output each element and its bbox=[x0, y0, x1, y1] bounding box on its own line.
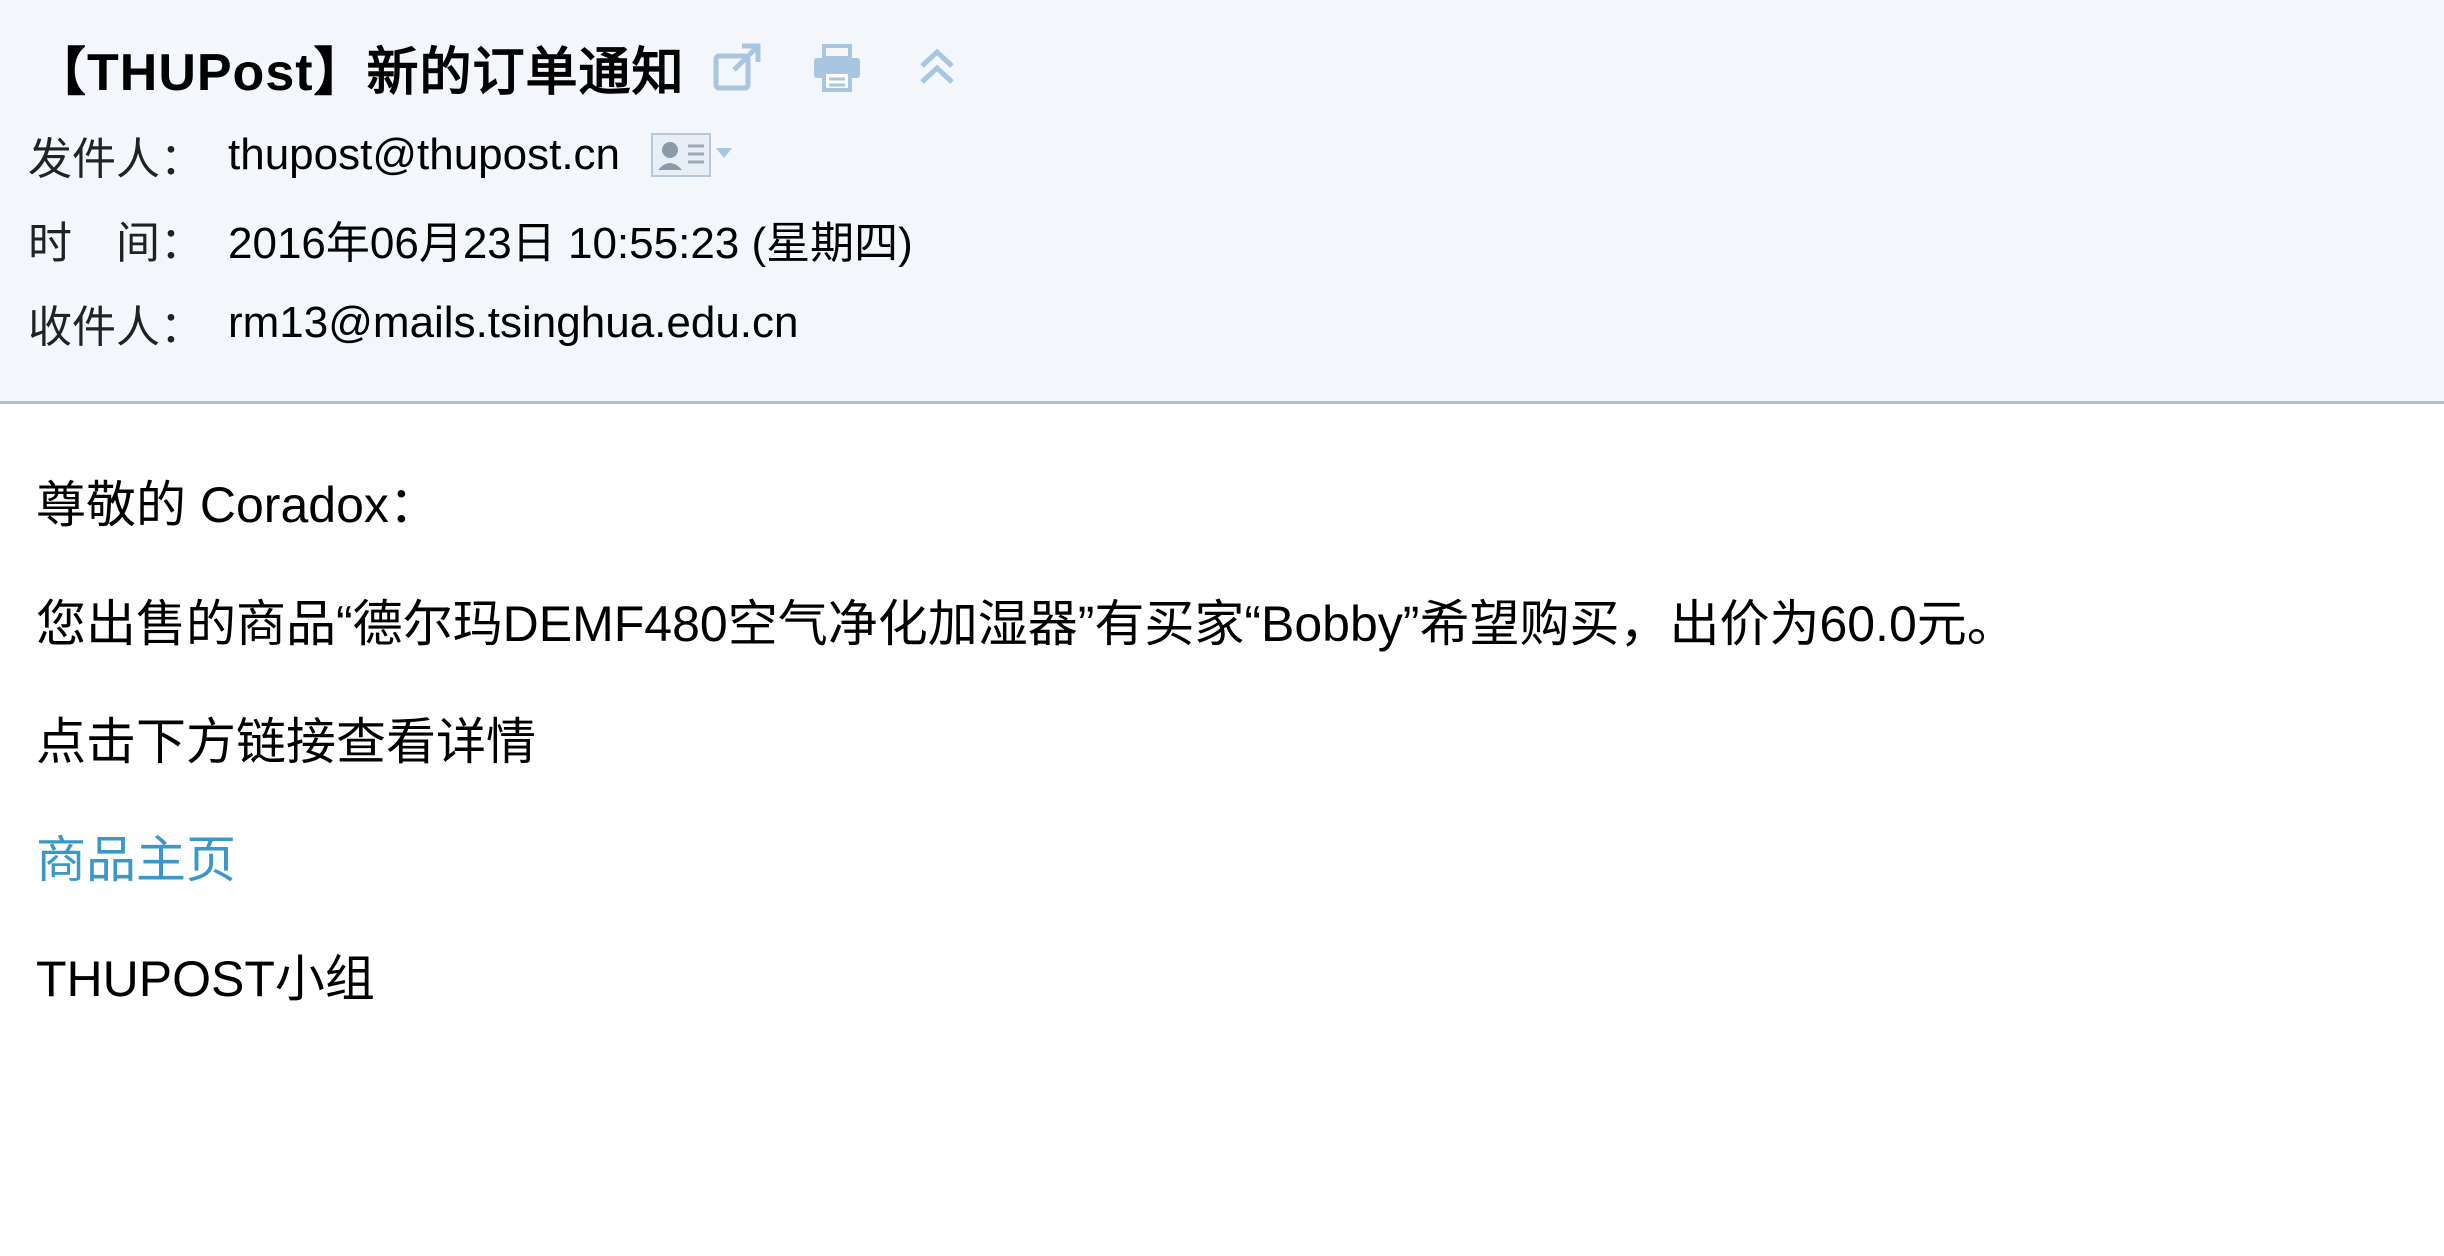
contact-card-icon[interactable] bbox=[650, 130, 746, 180]
collapse-icon[interactable] bbox=[903, 33, 971, 101]
signature-text: THUPOST小组 bbox=[36, 951, 375, 1007]
action-text: 点击下方链接查看详情 bbox=[36, 714, 536, 770]
time-row: 时 间： 2016年06月23日 10:55:23 (星期四) bbox=[28, 208, 913, 270]
popout-icon[interactable] bbox=[703, 33, 771, 101]
subject-row: 【THUPost】新的订单通知 bbox=[34, 28, 971, 106]
print-icon[interactable] bbox=[803, 33, 871, 101]
time-label: 时 间： bbox=[28, 219, 204, 268]
product-page-link[interactable]: 商品主页 bbox=[36, 825, 236, 895]
from-label: 发件人： bbox=[28, 135, 204, 184]
to-value[interactable]: rm13@mails.tsinghua.edu.cn bbox=[228, 298, 799, 348]
time-value: 2016年06月23日 10:55:23 (星期四) bbox=[228, 219, 913, 268]
email-subject: 【THUPost】新的订单通知 bbox=[34, 43, 685, 102]
email-header: 【THUPost】新的订单通知 发件人： thupost@thupost.cn … bbox=[0, 0, 2444, 404]
to-row: 收件人： rm13@mails.tsinghua.edu.cn bbox=[28, 292, 799, 354]
message-text: 您出售的商品“德尔玛DEMF480空气净化加湿器”有买家“Bobby”希望购买，… bbox=[36, 596, 2017, 652]
from-row: 发件人： thupost@thupost.cn bbox=[28, 124, 746, 186]
greeting-text: 尊敬的 Coradox： bbox=[36, 477, 439, 533]
from-value[interactable]: thupost@thupost.cn bbox=[228, 130, 620, 180]
to-label: 收件人： bbox=[28, 303, 204, 352]
